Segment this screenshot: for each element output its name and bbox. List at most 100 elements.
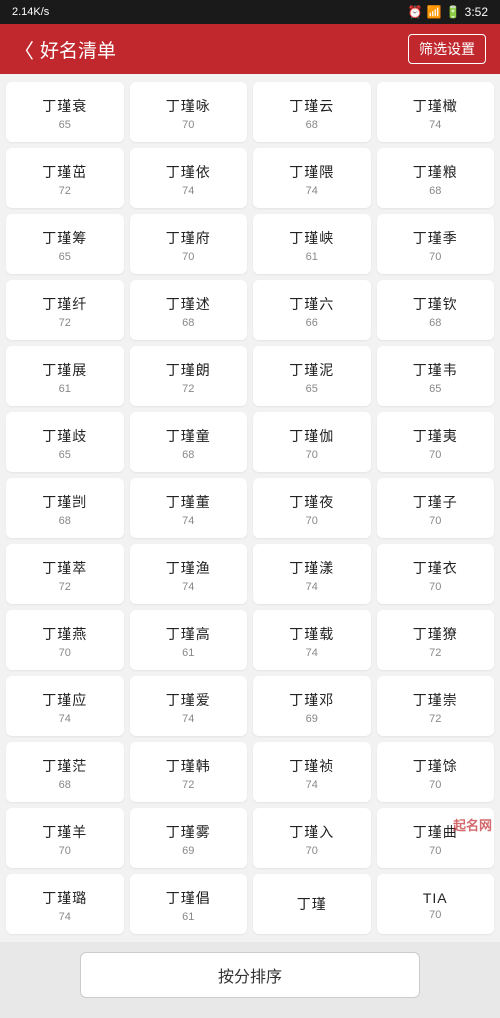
name-card[interactable]: 丁瑾韦 65 bbox=[377, 346, 495, 406]
name-card[interactable]: 丁瑾泥65 bbox=[253, 346, 371, 406]
name-score: 70 bbox=[429, 251, 441, 263]
name-card[interactable]: 丁瑾子70 bbox=[377, 478, 495, 538]
name-card[interactable]: 丁瑾漾74 bbox=[253, 544, 371, 604]
name-card[interactable]: 丁瑾燕70 bbox=[6, 610, 124, 670]
name-card[interactable]: 丁瑾衰65 bbox=[6, 82, 124, 142]
name-card[interactable]: 丁瑾董74 bbox=[130, 478, 248, 538]
name-card[interactable]: 丁瑾羊70 bbox=[6, 808, 124, 868]
name-score: 70 bbox=[429, 581, 441, 593]
name-card[interactable]: 丁瑾衣70 bbox=[377, 544, 495, 604]
name-text: 丁瑾渔 bbox=[166, 558, 211, 578]
name-card[interactable]: 丁瑾府70 bbox=[130, 214, 248, 274]
name-text: 丁瑾韦 bbox=[413, 360, 458, 380]
name-score: 70 bbox=[429, 909, 441, 921]
name-card[interactable]: 丁瑾展61 bbox=[6, 346, 124, 406]
page-title: 好名清单 bbox=[40, 36, 116, 63]
name-text: 丁瑾橄 bbox=[413, 96, 458, 116]
back-button[interactable]: 〈 bbox=[14, 35, 34, 64]
name-card[interactable]: 丁瑾璐 74 bbox=[6, 874, 124, 934]
name-score: 65 bbox=[59, 251, 71, 263]
name-score: 74 bbox=[59, 911, 71, 923]
name-score: 70 bbox=[306, 515, 318, 527]
name-score: 72 bbox=[59, 185, 71, 197]
name-text: 丁瑾展 bbox=[42, 360, 87, 380]
name-card[interactable]: 丁瑾雾69 bbox=[130, 808, 248, 868]
name-card[interactable]: 丁瑾獠72 bbox=[377, 610, 495, 670]
name-text: 丁瑾伽 bbox=[289, 426, 334, 446]
name-score: 72 bbox=[429, 713, 441, 725]
name-card[interactable]: TIA 70 bbox=[377, 874, 495, 934]
name-card[interactable]: 丁瑾应74 bbox=[6, 676, 124, 736]
name-card[interactable]: 丁瑾祯74 bbox=[253, 742, 371, 802]
name-card[interactable]: 丁瑾崇72 bbox=[377, 676, 495, 736]
name-card[interactable]: 丁瑾夜 70 bbox=[253, 478, 371, 538]
name-card[interactable]: 丁瑾曲70 bbox=[377, 808, 495, 868]
name-text: 丁瑾萃 bbox=[42, 558, 87, 578]
name-card[interactable]: 丁瑾歧65 bbox=[6, 412, 124, 472]
name-score: 70 bbox=[429, 449, 441, 461]
name-card[interactable]: 丁瑾朗72 bbox=[130, 346, 248, 406]
name-card[interactable]: 丁瑾高61 bbox=[130, 610, 248, 670]
name-card[interactable]: 丁瑾倡61 bbox=[130, 874, 248, 934]
name-text: 丁瑾泥 bbox=[289, 360, 334, 380]
name-grid-container: 丁瑾衰65丁瑾咏70丁瑾云68 丁瑾橄 74 丁瑾茁 72 丁瑾依74丁瑾隈74 丁瑾粮 68… bbox=[0, 74, 500, 942]
name-text: 丁瑾董 bbox=[166, 492, 211, 512]
name-card[interactable]: 丁瑾粮 68 bbox=[377, 148, 495, 208]
name-card[interactable]: 丁瑾伽70 bbox=[253, 412, 371, 472]
name-text: 丁瑾夷 bbox=[413, 426, 458, 446]
name-card[interactable]: 丁瑾依74 bbox=[130, 148, 248, 208]
name-score: 65 bbox=[429, 383, 441, 395]
name-score: 68 bbox=[429, 185, 441, 197]
name-card[interactable]: 丁瑾夷 70 bbox=[377, 412, 495, 472]
filter-settings-button[interactable]: 筛选设置 bbox=[408, 34, 486, 64]
name-text: 丁瑾爱 bbox=[166, 690, 211, 710]
header: 〈 好名清单 筛选设置 bbox=[0, 24, 500, 74]
name-text: 丁瑾獠 bbox=[413, 624, 458, 644]
name-score: 61 bbox=[182, 647, 194, 659]
name-score: 70 bbox=[429, 515, 441, 527]
name-card[interactable]: 丁瑾纤72 bbox=[6, 280, 124, 340]
name-text: 丁瑾载 bbox=[289, 624, 334, 644]
name-card[interactable]: 丁瑾峡61 bbox=[253, 214, 371, 274]
time-display: 3:52 bbox=[465, 5, 488, 19]
name-card[interactable]: 丁瑾馀70 bbox=[377, 742, 495, 802]
name-card[interactable]: 丁瑾爱74 bbox=[130, 676, 248, 736]
name-card[interactable]: 丁瑾季70 bbox=[377, 214, 495, 274]
name-text: 丁瑾韩 bbox=[166, 756, 211, 776]
name-score: 68 bbox=[182, 449, 194, 461]
name-score: 70 bbox=[59, 647, 71, 659]
name-text: 丁瑾夜 bbox=[289, 492, 334, 512]
name-card[interactable]: 丁瑾 bbox=[253, 874, 371, 934]
name-text: 丁瑾纤 bbox=[42, 294, 87, 314]
name-card[interactable]: 丁瑾邓69 bbox=[253, 676, 371, 736]
name-text: 丁瑾筹 bbox=[42, 228, 87, 248]
status-icons: ⏰ 📶 🔋 3:52 bbox=[408, 5, 488, 19]
name-card[interactable]: 丁瑾云68 bbox=[253, 82, 371, 142]
name-text: TIA bbox=[423, 890, 448, 906]
name-card[interactable]: 丁瑾述68 bbox=[130, 280, 248, 340]
name-score: 61 bbox=[306, 251, 318, 263]
name-card[interactable]: 丁瑾渔74 bbox=[130, 544, 248, 604]
name-score: 69 bbox=[306, 713, 318, 725]
name-card[interactable]: 丁瑾六66 bbox=[253, 280, 371, 340]
name-card[interactable]: 丁瑾橄 74 bbox=[377, 82, 495, 142]
name-card[interactable]: 丁瑾入70 bbox=[253, 808, 371, 868]
name-text: 丁瑾祯 bbox=[289, 756, 334, 776]
name-card[interactable]: 丁瑾隈74 bbox=[253, 148, 371, 208]
name-card[interactable]: 丁瑾童68 bbox=[130, 412, 248, 472]
name-card[interactable]: 丁瑾钦68 bbox=[377, 280, 495, 340]
name-score: 74 bbox=[429, 119, 441, 131]
name-card[interactable]: 丁瑾筹 65 bbox=[6, 214, 124, 274]
name-text: 丁瑾粮 bbox=[413, 162, 458, 182]
name-card[interactable]: 丁瑾萃72 bbox=[6, 544, 124, 604]
name-card[interactable]: 丁瑾咏70 bbox=[130, 82, 248, 142]
name-score: 74 bbox=[306, 647, 318, 659]
name-card[interactable]: 丁瑾韩72 bbox=[130, 742, 248, 802]
name-text: 丁瑾璐 bbox=[42, 888, 87, 908]
name-text: 丁瑾茁 bbox=[42, 162, 87, 182]
sort-button[interactable]: 按分排序 bbox=[80, 952, 420, 998]
name-card[interactable]: 丁瑾剀68 bbox=[6, 478, 124, 538]
name-card[interactable]: 丁瑾载 74 bbox=[253, 610, 371, 670]
name-card[interactable]: 丁瑾茫68 bbox=[6, 742, 124, 802]
name-card[interactable]: 丁瑾茁 72 bbox=[6, 148, 124, 208]
